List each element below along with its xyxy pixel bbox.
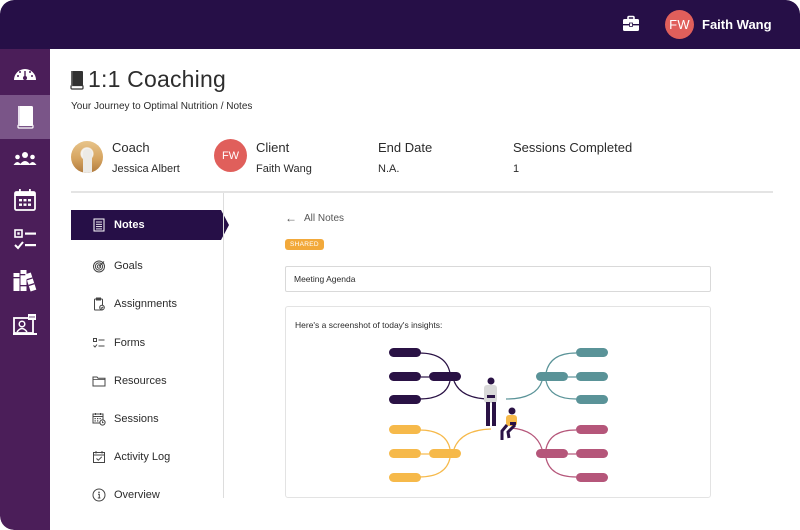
nav-label: Goals xyxy=(114,260,143,272)
nav-item-overview[interactable]: Overview xyxy=(71,480,221,510)
mindmap-branch-teal xyxy=(505,348,608,404)
nav-label: Activity Log xyxy=(114,451,171,463)
mindmap-branch-rose xyxy=(510,425,608,482)
arrow-left-icon: ← xyxy=(285,211,297,225)
target-icon xyxy=(92,259,106,273)
divider xyxy=(71,191,773,193)
nav-label: Overview xyxy=(114,489,160,501)
nav-item-notes[interactable]: Notes xyxy=(71,210,229,240)
nav-item-activity-log[interactable]: Activity Log xyxy=(71,442,221,472)
page-heading: 1:1 Coaching xyxy=(88,66,226,92)
clipboard-check-icon xyxy=(92,297,106,311)
user-name[interactable]: Faith Wang xyxy=(702,17,772,32)
client-name: Faith Wang xyxy=(256,163,312,175)
nav-item-assignments[interactable]: Assignments xyxy=(71,289,221,319)
nav-label: Sessions xyxy=(114,413,159,425)
rail-item-groups[interactable] xyxy=(0,137,50,181)
rail-item-dashboard[interactable] xyxy=(0,52,50,96)
shared-badge: SHARED xyxy=(285,239,324,250)
mindmap-branch-navy xyxy=(389,348,492,404)
sessions-info: Sessions Completed 1 xyxy=(513,140,632,175)
nav-item-sessions[interactable]: Sessions xyxy=(71,404,221,434)
standing-person-illustration xyxy=(484,377,497,426)
top-bar: FW Faith Wang xyxy=(0,0,800,49)
book-icon xyxy=(70,70,84,90)
nav-item-resources[interactable]: Resources xyxy=(71,366,221,396)
calendar-clock-icon xyxy=(92,412,106,426)
note-editor[interactable]: Here's a screenshot of today's insights: xyxy=(285,306,711,498)
note-title-input[interactable] xyxy=(285,266,711,292)
rail-item-library[interactable] xyxy=(0,259,50,303)
nav-label: Assignments xyxy=(114,298,177,310)
app-frame: FW Faith Wang 1:1 Coaching Your Journey … xyxy=(0,0,800,530)
notes-icon xyxy=(92,218,106,232)
client-info: Client Faith Wang xyxy=(256,140,312,175)
coach-label: Coach xyxy=(112,140,150,155)
client-avatar: FW xyxy=(214,139,247,172)
rail-item-calendar[interactable] xyxy=(0,178,50,222)
briefcase-icon[interactable] xyxy=(621,14,641,34)
rail-item-tasks[interactable] xyxy=(0,218,50,262)
sitting-person-illustration xyxy=(500,407,517,440)
book-icon xyxy=(17,106,34,129)
left-rail xyxy=(0,49,50,530)
sessions-label: Sessions Completed xyxy=(513,140,633,155)
mindmap-image xyxy=(389,348,608,482)
info-icon xyxy=(92,488,106,502)
client-label: Client xyxy=(256,140,290,155)
user-avatar[interactable]: FW xyxy=(665,10,694,39)
nav-label: Resources xyxy=(114,375,167,387)
page-title: 1:1 Coaching xyxy=(70,66,226,93)
dashboard-gauge-icon xyxy=(14,69,36,80)
coach-info: Coach Jessica Albert xyxy=(112,140,180,175)
end-date-value: N.A. xyxy=(378,163,400,175)
mindmap-branch-yellow xyxy=(389,425,492,482)
nav-label: Notes xyxy=(114,219,145,231)
section-divider xyxy=(223,193,224,498)
form-list-icon xyxy=(92,336,106,350)
nav-label: Forms xyxy=(114,337,146,349)
back-to-all-notes-link[interactable]: ← All Notes xyxy=(285,211,344,225)
group-icon xyxy=(13,152,37,165)
checklist-icon xyxy=(14,229,36,250)
rail-item-presentation[interactable] xyxy=(0,303,50,347)
back-label: All Notes xyxy=(304,212,345,224)
coach-avatar xyxy=(71,141,103,173)
sessions-value: 1 xyxy=(513,163,520,175)
nav-item-goals[interactable]: Goals xyxy=(71,251,221,281)
folder-icon xyxy=(92,374,106,388)
breadcrumb: Your Journey to Optimal Nutrition / Note… xyxy=(71,101,253,112)
library-icon xyxy=(13,270,37,292)
coach-name: Jessica Albert xyxy=(112,163,180,175)
calendar-check-icon xyxy=(92,450,106,464)
nav-item-forms[interactable]: Forms xyxy=(71,328,221,358)
end-date-info: End Date N.A. xyxy=(378,140,432,175)
calendar-icon xyxy=(14,189,36,211)
presentation-icon xyxy=(13,314,37,335)
rail-item-coaching[interactable] xyxy=(0,95,50,139)
end-date-label: End Date xyxy=(378,140,433,155)
